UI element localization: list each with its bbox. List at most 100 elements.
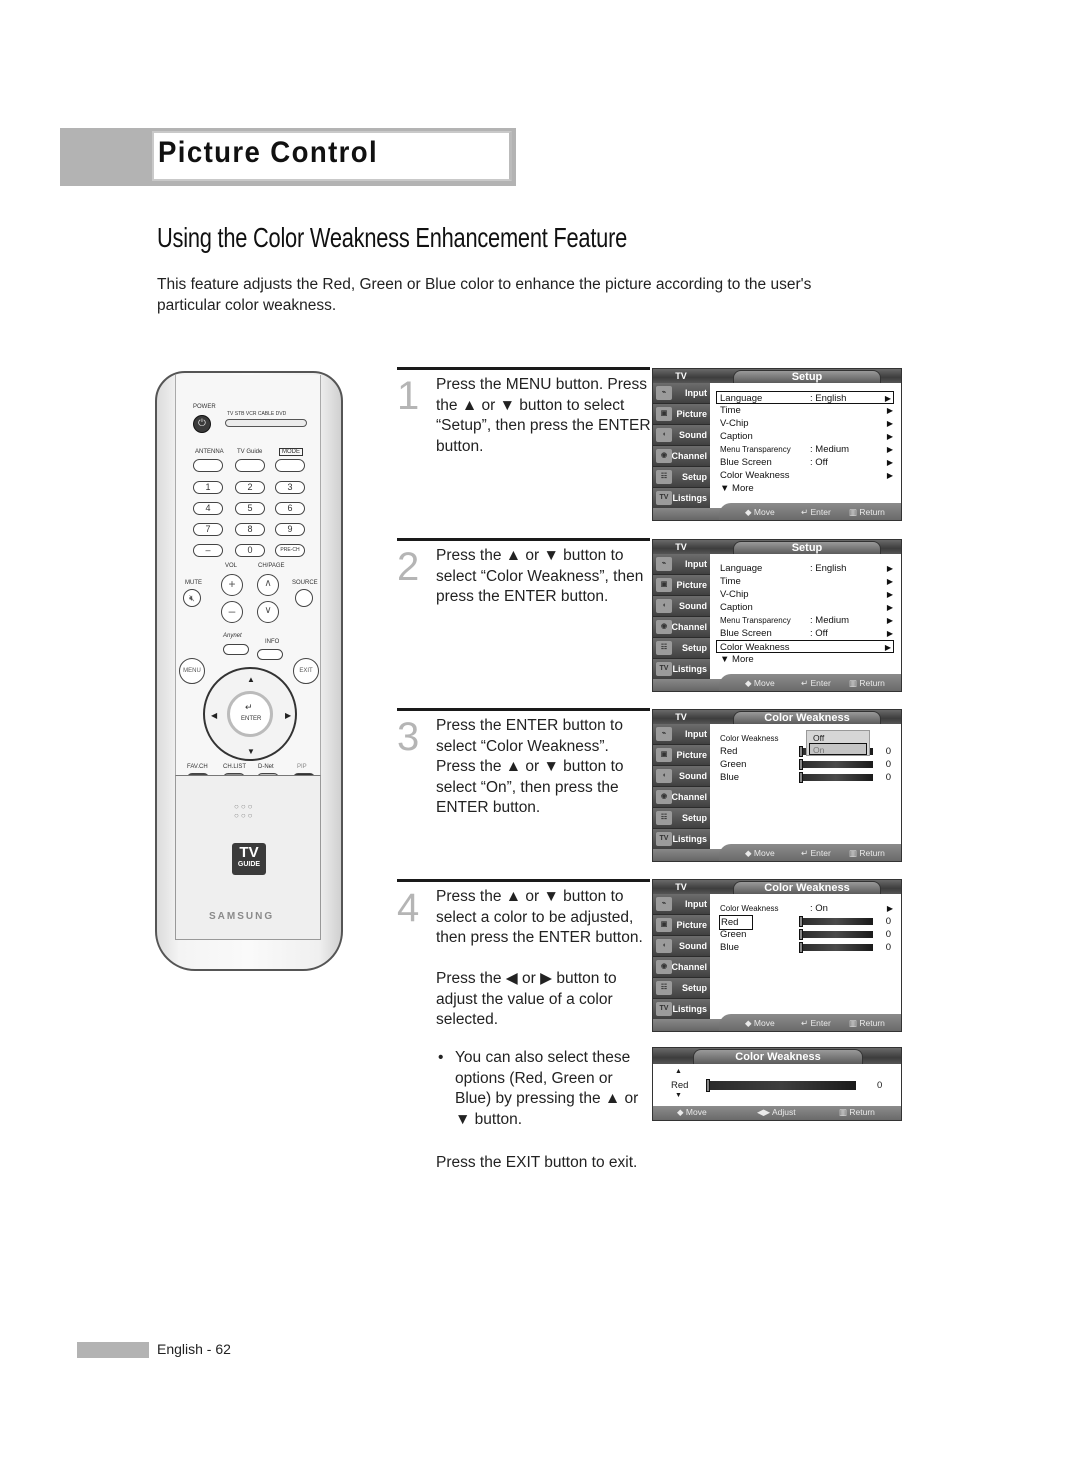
pip-label: PIP bbox=[297, 764, 307, 770]
tvguide-button bbox=[235, 459, 265, 472]
osd-row-caption: Caption ▶ bbox=[720, 602, 893, 613]
picture-icon: ▣ bbox=[656, 918, 672, 932]
tvguide-logo-tv: TV bbox=[239, 844, 259, 861]
step-number: 3 bbox=[397, 715, 420, 759]
step-text: Press the ▲ or ▼ button to select “Color… bbox=[436, 547, 644, 605]
info-label: INFO bbox=[265, 639, 280, 645]
enter-hint: ↵ Enter bbox=[801, 507, 831, 517]
move-hint: ◆ Move bbox=[677, 1107, 707, 1117]
exit-button: EXIT bbox=[293, 658, 319, 684]
input-icon: ⌁ bbox=[656, 386, 672, 400]
osd-color-weakness-screen-1: TV Color Weakness ⌁ Input ▣ Picture ◖ Sound… bbox=[652, 709, 902, 862]
osd-row-language: Language: English ▶ bbox=[720, 563, 893, 574]
osd-row-color-weakness: Color Weakness ▶ bbox=[716, 640, 894, 653]
key-5: 5 bbox=[235, 502, 265, 515]
osd-sidebar-input: ⌁ Input bbox=[653, 383, 710, 404]
osd-sidebar-picture: ▣ Picture bbox=[653, 404, 710, 425]
return-hint: ▥ Return bbox=[849, 1018, 885, 1028]
picture-icon: ▣ bbox=[656, 407, 672, 421]
osd-sidebar-setup: ☷ Setup bbox=[653, 808, 710, 829]
osd-hint-bar: ◆ Move ↵ Enter ▥ Return bbox=[719, 503, 901, 520]
enter-hint: ↵ Enter bbox=[801, 678, 831, 688]
key-dash: – bbox=[193, 544, 223, 557]
step-4-adjust-text: Press the ◀ or ▶ button to adjust the va… bbox=[436, 970, 617, 1028]
key-0: 0 bbox=[235, 544, 265, 557]
setup-icon: ☷ bbox=[656, 811, 672, 825]
osd-sidebar-channel: ◉ Channel bbox=[653, 787, 710, 808]
arrow-right-icon: ▶ bbox=[886, 445, 893, 454]
enter-hint: ↵ Enter bbox=[801, 1018, 831, 1028]
key-prech: PRE-CH bbox=[275, 544, 305, 557]
key-4: 4 bbox=[193, 502, 223, 515]
osd-sidebar: ⌁ Input ▣ Picture ◖ Sound ◉ Channel ☷ Setup T… bbox=[653, 724, 710, 851]
osd-sidebar-picture: ▣ Picture bbox=[653, 745, 710, 766]
vol-label: VOL bbox=[225, 563, 238, 569]
channel-icon: ◉ bbox=[656, 790, 672, 804]
osd-row-blue: Blue 0 bbox=[720, 942, 891, 953]
step-text: Press the ▲ or ▼ button to select a colo… bbox=[436, 888, 643, 946]
menu-button: MENU bbox=[179, 658, 205, 684]
antenna-label: ANTENNA bbox=[195, 449, 224, 455]
listings-icon: TV bbox=[656, 1002, 672, 1016]
osd-sidebar-input: ⌁ Input bbox=[653, 724, 710, 745]
mute-label: MUTE bbox=[185, 580, 202, 586]
adjust-label: Red bbox=[671, 1080, 689, 1091]
osd-sidebar-channel: ◉ Channel bbox=[653, 957, 710, 978]
enter-hint: ↵ Enter bbox=[801, 848, 831, 858]
osd-sidebar-input: ⌁ Input bbox=[653, 554, 710, 575]
osd-menu-list: Color Weakness: On ▶ Red 0 Green 0 Blue 0 bbox=[713, 897, 899, 1015]
up-arrow-icon: ▲ bbox=[247, 675, 255, 684]
osd-row-vchip: V-Chip ▶ bbox=[720, 589, 893, 600]
move-hint: ◆ Move bbox=[745, 507, 775, 517]
return-hint: ▥ Return bbox=[849, 507, 885, 517]
osd-sidebar-channel: ◉ Channel bbox=[653, 446, 710, 467]
step-4-bullet: • You can also select these options (Red… bbox=[436, 1048, 651, 1130]
arrow-right-icon: ▶ bbox=[886, 629, 893, 638]
osd-adjust-screen: Color Weakness ▲ Red ▼ 0 ◆ Move ◀▶ Adjus… bbox=[652, 1047, 902, 1121]
slider-knob bbox=[799, 929, 803, 940]
step-number: 1 bbox=[397, 374, 420, 418]
tvguide-logo: TV GUIDE bbox=[232, 843, 266, 875]
return-hint: ▥ Return bbox=[849, 678, 885, 688]
channel-icon: ◉ bbox=[656, 960, 672, 974]
input-icon: ⌁ bbox=[656, 557, 672, 571]
picture-icon: ▣ bbox=[656, 748, 672, 762]
osd-row-green: Green 0 bbox=[720, 929, 891, 940]
osd-sidebar: ⌁ Input ▣ Picture ◖ Sound ◉ Channel ☷ Setup T… bbox=[653, 383, 710, 510]
osd-row-more: ▼ More bbox=[720, 483, 754, 494]
section-title: Picture Control bbox=[158, 136, 379, 169]
mode-selector bbox=[225, 419, 307, 427]
osd-title: Setup bbox=[733, 541, 881, 554]
chlist-label: CH.LIST bbox=[223, 764, 247, 770]
listings-icon: TV bbox=[656, 832, 672, 846]
osd-sidebar-setup: ☷ Setup bbox=[653, 978, 710, 999]
left-arrow-icon: ◀ bbox=[211, 711, 218, 720]
step-number: 2 bbox=[397, 545, 420, 589]
osd-menu-list: Language: English ▶ Time ▶ V-Chip ▶ Caption… bbox=[713, 386, 899, 504]
osd-sidebar-listings: TV Listings bbox=[653, 659, 710, 680]
key-1: 1 bbox=[193, 481, 223, 494]
remote-control-illustration: POWER ⏻ TV STB VCR CABLE DVD ANTENNA TV … bbox=[155, 371, 343, 971]
arrow-right-icon: ▶ bbox=[886, 564, 893, 573]
red-slider bbox=[799, 916, 873, 927]
mode-labels: TV STB VCR CABLE DVD bbox=[227, 411, 287, 417]
blue-slider bbox=[799, 772, 873, 783]
osd-tv-label: TV bbox=[675, 371, 687, 381]
key-3: 3 bbox=[275, 481, 305, 494]
arrow-right-icon: ▶ bbox=[886, 432, 893, 441]
osd-row-red: Red 0 bbox=[719, 915, 891, 930]
setup-icon: ☷ bbox=[656, 470, 672, 484]
bullet-dot: • bbox=[438, 1049, 444, 1066]
navigation-pad: ▲ ▼ ◀ ▶ ENTER ↵ bbox=[203, 667, 297, 761]
vol-up-icon: + bbox=[221, 574, 243, 596]
right-arrow-icon: ▶ bbox=[285, 711, 292, 720]
slider-knob bbox=[799, 942, 803, 953]
arrow-right-icon: ▶ bbox=[886, 419, 893, 428]
arrow-right-icon: ▶ bbox=[886, 471, 893, 480]
step-3: 3 Press the ENTER button to select “Colo… bbox=[397, 708, 650, 868]
sound-icon: ◖ bbox=[656, 599, 672, 613]
slider-knob bbox=[799, 759, 803, 770]
osd-sidebar-listings: TV Listings bbox=[653, 999, 710, 1020]
osd-sidebar-setup: ☷ Setup bbox=[653, 467, 710, 488]
key-8: 8 bbox=[235, 523, 265, 536]
